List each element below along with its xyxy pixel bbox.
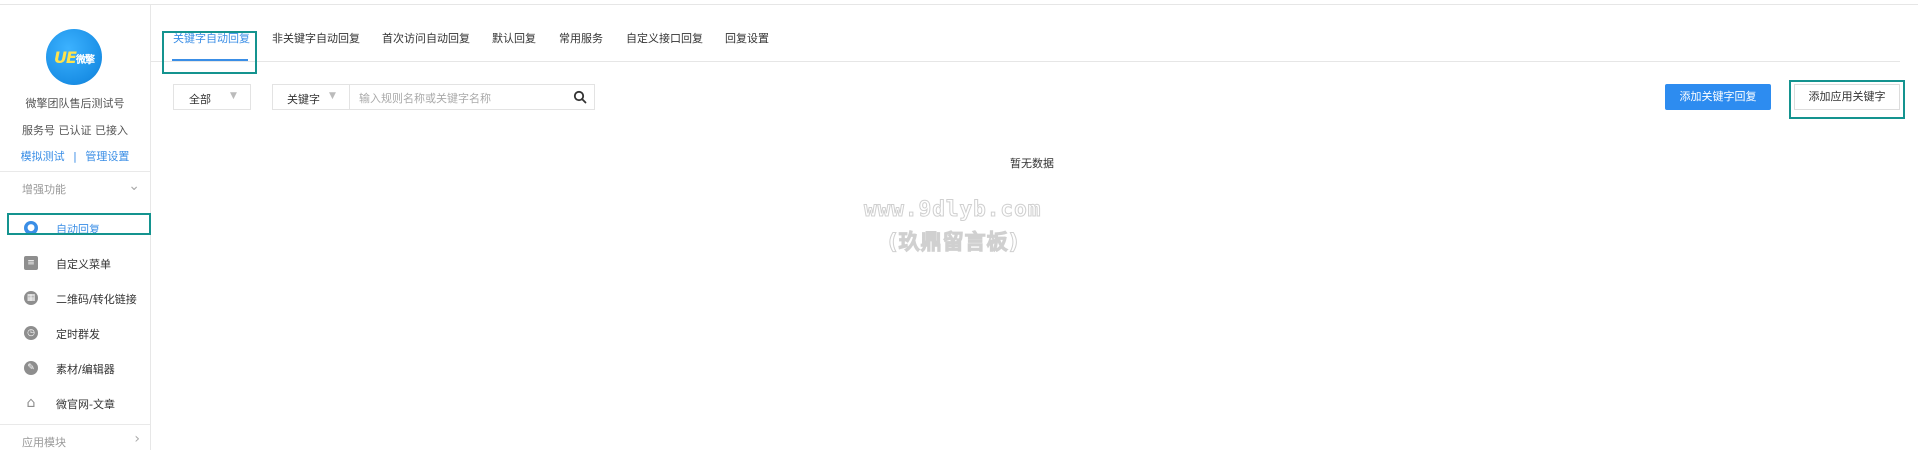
tab-default-reply[interactable]: 默认回复 [492, 30, 536, 46]
qrcode-icon: ▦ [24, 291, 38, 305]
sidebar-item-label: 二维码/转化链接 [56, 293, 137, 306]
add-keyword-reply-button[interactable]: 添加关键字回复 [1665, 84, 1771, 110]
tab-non-keyword-auto-reply[interactable]: 非关键字自动回复 [272, 30, 360, 46]
logo-text: UE微擎 [54, 47, 95, 67]
sidebar-item-label: 素材/编辑器 [56, 363, 115, 376]
sidebar-item-label: 自定义菜单 [56, 258, 111, 271]
section-modules-header[interactable]: 应用模块 › [0, 430, 150, 452]
search-type-value: 关键字 [287, 93, 320, 106]
account-name: 微擎团队售后测试号 [25, 97, 125, 110]
chevron-down-icon: ▼ [329, 91, 336, 101]
search-group: 关键字 ▼ [272, 84, 595, 110]
sidebar-item-microsite-article[interactable]: ⌂ 微官网-文章 [0, 388, 150, 418]
account-links: 模拟测试 | 管理设置 [0, 148, 150, 164]
watermark-line1: www.9dlyb.com [863, 197, 1042, 222]
watermark-line2: (玖鼎留言板) [887, 230, 1020, 255]
status-select-value: 全部 [189, 93, 211, 106]
section-modules-label: 应用模块 [22, 436, 66, 449]
highlight-frame-sidebar [7, 213, 151, 235]
chevron-down-icon: ▼ [230, 91, 237, 101]
sidebar-item-label: 微官网-文章 [56, 398, 115, 411]
empty-state-text: 暂无数据 [1010, 157, 1054, 170]
sidebar-item-custom-menu[interactable]: ≡ 自定义菜单 [0, 248, 150, 278]
tab-common-services[interactable]: 常用服务 [559, 30, 603, 46]
menu-doc-icon: ≡ [24, 256, 38, 270]
search-type-select[interactable]: 关键字 ▼ [273, 85, 350, 109]
highlight-frame-button [1789, 80, 1905, 119]
tab-custom-interface-reply[interactable]: 自定义接口回复 [626, 30, 703, 46]
sidebar-item-scheduled-broadcast[interactable]: ◷ 定时群发 [0, 318, 150, 348]
section-enhanced-header[interactable]: 增强功能 ⌄ [0, 177, 150, 199]
manage-settings-link[interactable]: 管理设置 [85, 150, 129, 163]
search-input[interactable] [357, 88, 561, 108]
link-separator: | [73, 150, 77, 163]
pencil-icon: ✎ [24, 361, 38, 375]
simulate-test-link[interactable]: 模拟测试 [21, 150, 65, 163]
sidebar-divider [0, 171, 150, 172]
section-enhanced-label: 增强功能 [22, 183, 66, 196]
sidebar-item-materials[interactable]: ✎ 素材/编辑器 [0, 353, 150, 383]
account-logo: UE微擎 [46, 29, 102, 85]
tab-first-visit-auto-reply[interactable]: 首次访问自动回复 [382, 30, 470, 46]
home-icon: ⌂ [26, 395, 36, 411]
chevron-right-icon: › [134, 431, 140, 447]
highlight-frame-tab [162, 31, 257, 74]
status-select[interactable]: 全部 ▼ [173, 84, 251, 110]
sidebar-divider [0, 424, 150, 425]
chevron-down-icon: ⌄ [128, 178, 140, 194]
tab-reply-settings[interactable]: 回复设置 [725, 30, 769, 46]
sidebar-item-label: 定时群发 [56, 328, 100, 341]
sidebar-item-qrcode[interactable]: ▦ 二维码/转化链接 [0, 283, 150, 313]
account-status: 服务号 已认证 已接入 [22, 124, 128, 137]
search-icon[interactable] [572, 89, 588, 105]
clock-icon: ◷ [24, 326, 38, 340]
